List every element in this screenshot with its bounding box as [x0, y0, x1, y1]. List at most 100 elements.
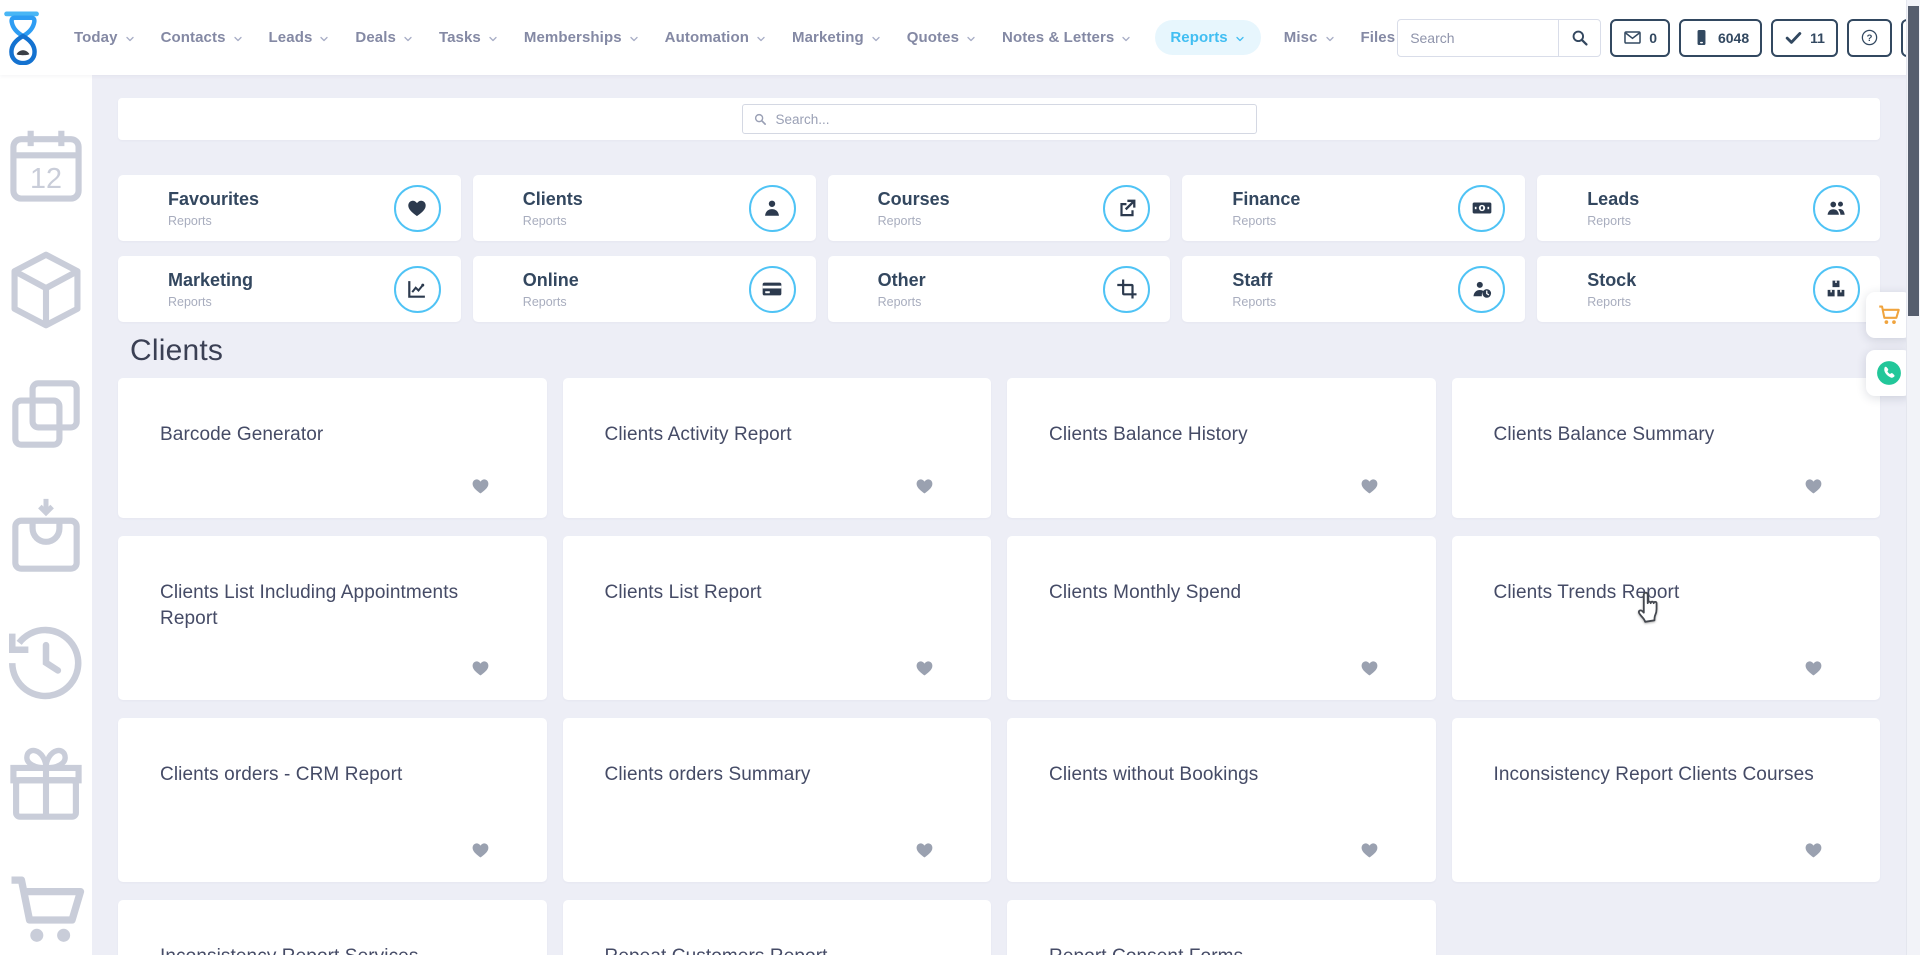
nav-item-label: Tasks: [439, 29, 481, 46]
report-card[interactable]: Report Consent Forms: [1007, 900, 1436, 955]
category-icon-circle: [1813, 185, 1860, 232]
report-title: Barcode Generator: [160, 422, 481, 448]
chevron-down-icon: [124, 33, 136, 45]
heart-icon[interactable]: [470, 658, 491, 678]
category-subtitle: Reports: [1232, 214, 1300, 228]
nav-item-label: Quotes: [907, 29, 959, 46]
nav-item[interactable]: Quotes: [905, 20, 979, 55]
sidebar-button[interactable]: [0, 244, 92, 336]
nav-item[interactable]: Files: [1359, 20, 1398, 55]
sidebar-button[interactable]: [0, 616, 92, 708]
report-card[interactable]: Clients Activity Report: [563, 378, 992, 518]
nav-item[interactable]: Leads: [267, 20, 333, 55]
nav-action-button[interactable]: 6048: [1679, 19, 1762, 57]
question-icon: ?: [1860, 28, 1879, 47]
nav-item[interactable]: Marketing: [790, 20, 884, 55]
heart-icon[interactable]: [1359, 840, 1380, 860]
category-card[interactable]: Marketing Reports: [118, 256, 461, 322]
heart-icon[interactable]: [1359, 658, 1380, 678]
heart-icon[interactable]: [470, 840, 491, 860]
sidebar-button[interactable]: [0, 492, 92, 584]
heart-icon[interactable]: [1359, 476, 1380, 496]
chevron-down-icon: [487, 33, 499, 45]
category-card[interactable]: Stock Reports: [1537, 256, 1880, 322]
nav-item[interactable]: Notes & Letters: [1000, 20, 1134, 55]
report-title: Report Consent Forms: [1049, 944, 1370, 955]
nav-item[interactable]: Reports: [1155, 20, 1260, 55]
report-card[interactable]: Clients without Bookings: [1007, 718, 1436, 882]
report-card[interactable]: Clients Balance History: [1007, 378, 1436, 518]
heart-icon[interactable]: [914, 476, 935, 496]
navbar-right: 0 6048 11 ? i: [1397, 17, 1920, 58]
sidebar-button[interactable]: [0, 368, 92, 460]
sidebar-button[interactable]: [0, 864, 92, 955]
gift-icon: [0, 740, 92, 832]
vertical-scrollbar[interactable]: [1906, 0, 1920, 955]
nav-action-button[interactable]: 11: [1771, 19, 1838, 57]
category-title: Clients: [523, 189, 583, 210]
left-sidebar: 12 $: [0, 75, 92, 955]
report-title: Inconsistency Report Clients Courses: [1494, 762, 1815, 788]
nav-action-button[interactable]: ?: [1847, 19, 1892, 57]
report-card[interactable]: Clients orders - CRM Report: [118, 718, 547, 882]
nav-item[interactable]: Automation: [663, 20, 769, 55]
heart-icon[interactable]: [914, 840, 935, 860]
navbar-search-button[interactable]: [1558, 20, 1600, 56]
scrollbar-thumb[interactable]: [1908, 6, 1919, 316]
calendar-icon: 12: [0, 120, 92, 212]
category-icon-circle: [394, 266, 441, 313]
report-card[interactable]: Clients List Including Appointments Repo…: [118, 536, 547, 700]
check-icon: [1784, 28, 1803, 47]
category-card[interactable]: Staff Reports: [1182, 256, 1525, 322]
nav-item-label: Marketing: [792, 29, 864, 46]
category-subtitle: Reports: [168, 214, 259, 228]
page-search-input[interactable]: Search...: [742, 104, 1257, 134]
nav-item-label: Automation: [665, 29, 749, 46]
sidebar-button[interactable]: 12: [0, 120, 92, 212]
nav-action-button[interactable]: 0: [1610, 19, 1670, 57]
report-card[interactable]: Inconsistency Report Clients Courses: [1452, 718, 1881, 882]
category-card[interactable]: Clients Reports: [473, 175, 816, 241]
nav-item[interactable]: Tasks: [437, 20, 501, 55]
category-card[interactable]: Leads Reports: [1537, 175, 1880, 241]
category-card[interactable]: Other Reports: [828, 256, 1171, 322]
report-card[interactable]: Barcode Generator: [118, 378, 547, 518]
nav-item[interactable]: Misc: [1282, 20, 1338, 55]
heart-icon[interactable]: [470, 476, 491, 496]
report-card[interactable]: Repeat Customers Report: [563, 900, 992, 955]
heart-icon[interactable]: [914, 658, 935, 678]
category-subtitle: Reports: [1587, 295, 1636, 309]
report-card[interactable]: Clients Trends Report: [1452, 536, 1881, 700]
report-card[interactable]: Clients List Report: [563, 536, 992, 700]
category-card[interactable]: Favourites Reports: [118, 175, 461, 241]
nav-item-label: Memberships: [524, 29, 622, 46]
navbar-search-input[interactable]: [1398, 30, 1558, 46]
nav-item[interactable]: Memberships: [522, 20, 642, 55]
crop-icon: [1116, 278, 1138, 300]
category-card[interactable]: Finance Reports: [1182, 175, 1525, 241]
report-title: Clients Activity Report: [605, 422, 926, 448]
heart-icon[interactable]: [1803, 476, 1824, 496]
external-link-icon: [1116, 197, 1138, 219]
category-card[interactable]: Courses Reports: [828, 175, 1171, 241]
nav-item[interactable]: Contacts: [159, 20, 246, 55]
category-subtitle: Reports: [1232, 295, 1276, 309]
report-card[interactable]: Clients Balance Summary: [1452, 378, 1881, 518]
category-title: Finance: [1232, 189, 1300, 210]
nav-item[interactable]: Today: [72, 20, 138, 55]
app-logo[interactable]: [0, 11, 46, 65]
heart-icon[interactable]: [1803, 840, 1824, 860]
heart-icon[interactable]: [1803, 658, 1824, 678]
report-title: Clients List Including Appointments Repo…: [160, 580, 481, 631]
page-search-placeholder: Search...: [776, 112, 830, 127]
chevron-down-icon: [402, 33, 414, 45]
main-content: Search... Favourites Reports Clients Rep…: [92, 75, 1906, 955]
report-card[interactable]: Inconsistency Report Services: [118, 900, 547, 955]
report-card[interactable]: Clients orders Summary: [563, 718, 992, 882]
report-title: Clients without Bookings: [1049, 762, 1370, 788]
category-icon-circle: [1813, 266, 1860, 313]
category-card[interactable]: Online Reports: [473, 256, 816, 322]
sidebar-button[interactable]: [0, 740, 92, 832]
nav-item[interactable]: Deals: [353, 20, 416, 55]
report-card[interactable]: Clients Monthly Spend: [1007, 536, 1436, 700]
